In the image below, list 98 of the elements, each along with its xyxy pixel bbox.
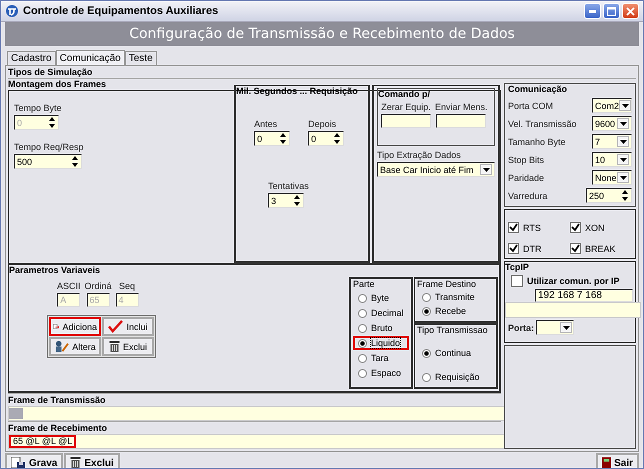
close-button[interactable]	[622, 3, 639, 19]
tab[interactable]: Teste	[124, 51, 157, 65]
toolbar-button[interactable]: Grava	[5, 453, 64, 468]
field-label: Paridade	[508, 172, 544, 182]
checkbox[interactable]: DTR	[508, 243, 570, 254]
group-title: Tipos de Simulação	[8, 67, 94, 78]
trash-icon	[108, 340, 120, 352]
action-button[interactable]: Inclui	[102, 317, 154, 336]
radio-option[interactable]: Recebe	[417, 304, 494, 318]
checkbox[interactable]: RTS	[508, 222, 570, 233]
radio-option[interactable]: Espaco	[353, 366, 409, 380]
field-label: Porta:	[508, 322, 534, 332]
exit-button[interactable]: Sair	[596, 453, 639, 468]
input-field[interactable]	[381, 114, 431, 128]
spin-arrows-icon	[621, 189, 629, 202]
field-label: Zerar Equip.	[381, 102, 431, 112]
field-label: Antes	[254, 119, 278, 129]
check-icon	[509, 244, 518, 253]
field-label: Varredura	[508, 190, 548, 200]
action-button[interactable]: Altera	[49, 337, 101, 356]
action-button[interactable]: Exclui	[102, 337, 154, 356]
person-pencil-icon	[54, 340, 70, 353]
window-title: Controle de Equipamentos Auxiliares	[23, 5, 220, 17]
ip-field[interactable]: 192 168 7 168	[535, 289, 633, 302]
radio-option[interactable]: Continua	[417, 346, 494, 360]
action-button[interactable]: Adiciona	[49, 317, 101, 336]
frame-value: 65 @L @L @L	[9, 435, 76, 448]
check-icon	[509, 223, 518, 232]
checkbox[interactable]: XON	[570, 222, 632, 233]
radio-option[interactable]: Requisição	[417, 370, 494, 384]
checkmark-icon	[108, 320, 124, 333]
field-label: Seq	[119, 281, 136, 291]
selection-block	[9, 408, 23, 419]
maximize-icon	[607, 6, 616, 16]
spin-arrows-icon	[71, 155, 79, 168]
close-icon	[626, 6, 635, 16]
field-label: ASCII	[57, 281, 81, 291]
group-title: Montagem dos Frames	[8, 79, 108, 90]
dropdown[interactable]: 10	[592, 152, 632, 167]
check-icon	[571, 223, 580, 232]
checkbox[interactable]: BREAK	[570, 243, 632, 254]
radio-option[interactable]: Tara	[353, 351, 409, 365]
spin-arrows-icon	[48, 116, 56, 129]
spin-arrows-icon	[293, 194, 302, 207]
field-label: Depois	[308, 119, 336, 129]
spin-field[interactable]: 0	[308, 131, 344, 146]
spin-field[interactable]: 0	[254, 131, 290, 146]
spin-field[interactable]: 500	[14, 154, 82, 169]
spin-arrows-icon	[279, 132, 288, 145]
dropdown[interactable]: Com2	[592, 98, 632, 113]
field-label: Stop Bits	[508, 154, 544, 164]
field-label: Tentativas	[268, 181, 309, 191]
dropdown[interactable]	[536, 320, 574, 335]
dropdown[interactable]: 7	[592, 134, 632, 149]
spin-field[interactable]: 3	[268, 193, 304, 208]
door-icon	[602, 456, 612, 468]
minimize-icon	[589, 10, 596, 12]
check-icon	[571, 244, 580, 253]
tab[interactable]: Comunicação	[56, 50, 125, 65]
radio-option[interactable]: Bruto	[353, 321, 409, 335]
save-icon	[11, 456, 26, 468]
field-label: Tamanho Byte	[508, 136, 566, 146]
group-title: Tipo Transmissao	[417, 325, 489, 336]
header-title: Configuração de Transmissão e Recebimento de Dados	[129, 26, 515, 42]
dropdown[interactable]: None	[592, 170, 632, 185]
trash-icon	[70, 457, 82, 468]
spin-field[interactable]: 250	[586, 188, 632, 203]
field-label: Enviar Mens.	[435, 102, 488, 112]
tab[interactable]: Cadastro	[7, 51, 56, 65]
dropdown[interactable]: 9600	[592, 116, 632, 131]
toolbar-button[interactable]: Exclui	[64, 453, 120, 468]
field-label: Tipo Extração Dados	[377, 150, 462, 160]
radio-option[interactable]: Decimal	[353, 306, 409, 320]
group-title: Parametros Variaveis	[9, 265, 102, 276]
input-field[interactable]	[436, 114, 486, 128]
group-title: TcpIP	[505, 262, 530, 273]
field-label: Tempo Req/Resp	[14, 142, 84, 152]
radio-option[interactable]: Byte	[353, 291, 409, 305]
group-title: Comando p/	[378, 89, 431, 100]
dropdown[interactable]: Base Car Inicio até Fim	[377, 162, 495, 177]
field-label: Tempo Byte	[14, 103, 62, 113]
frame-field[interactable]	[8, 406, 505, 421]
frame-field[interactable]: 65 @L @L @L	[8, 434, 505, 449]
radio-option[interactable]: Transmite	[417, 290, 494, 304]
group-title: Comunicação	[508, 84, 568, 95]
checkbox[interactable]: Utilizar comun. por IP	[505, 275, 635, 287]
field-label: Ordiná	[84, 281, 112, 291]
minimize-button[interactable]	[584, 3, 601, 19]
spin-arrows-icon	[333, 132, 342, 145]
field-label: Vel. Transmissão	[508, 118, 577, 128]
field-label: Porta COM	[508, 100, 554, 110]
group-title: Parte	[353, 279, 376, 290]
group-title: Frame Destino	[417, 279, 478, 290]
app-icon	[5, 4, 19, 18]
maximize-button[interactable]	[603, 3, 620, 19]
group-title: Frame de Transmissão	[8, 395, 107, 406]
group-title: Frame de Recebimento	[8, 423, 108, 434]
radio-option[interactable]: Liquido	[353, 336, 409, 350]
